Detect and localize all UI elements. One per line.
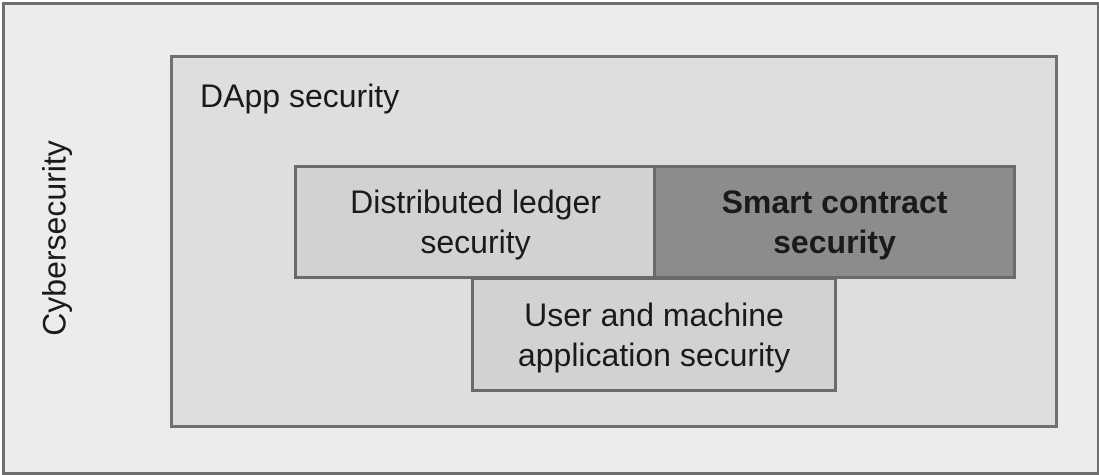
distributed-ledger-security-text: Distributed ledger security — [350, 182, 601, 262]
cybersecurity-label: Cybersecurity — [36, 140, 73, 336]
smart-contract-line-1: Smart contract — [721, 184, 948, 220]
user-machine-line-2: application security — [517, 336, 791, 373]
distributed-ledger-line-2: security — [420, 224, 531, 260]
distributed-ledger-security-box: Distributed ledger security — [294, 165, 657, 279]
dapp-security-label: DApp security — [200, 78, 400, 114]
user-machine-application-security-box: User and machine application security — [471, 277, 837, 392]
smart-contract-security-text: Smart contract security — [722, 182, 948, 262]
user-machine-line-1: User and machine — [524, 296, 784, 333]
user-machine-application-security-text: User and machine application security — [518, 295, 790, 375]
smart-contract-line-2: security — [773, 224, 896, 260]
distributed-ledger-line-1: Distributed ledger — [350, 184, 601, 220]
smart-contract-security-box: Smart contract security — [653, 165, 1016, 279]
